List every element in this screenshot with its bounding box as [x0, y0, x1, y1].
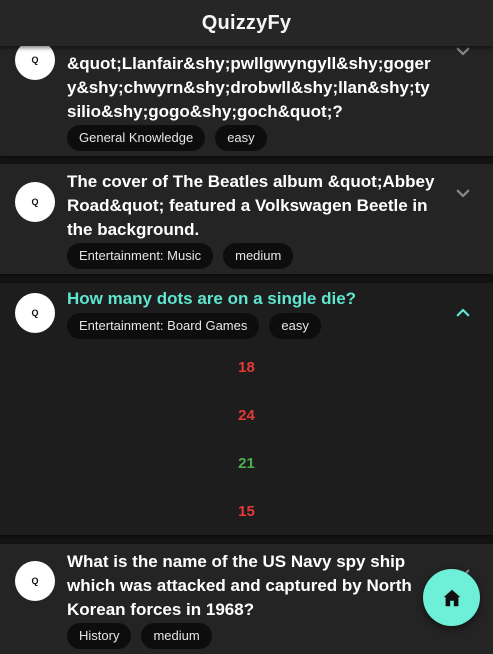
app-title: QuizzyFy	[201, 11, 292, 34]
tag-list: Entertainment: Board Games easy	[67, 313, 321, 339]
tag-list: Entertainment: Music medium	[67, 243, 294, 269]
difficulty-chip: medium	[223, 243, 294, 269]
difficulty-chip: medium	[141, 623, 212, 649]
chevron-up-icon[interactable]	[454, 304, 472, 322]
chevron-down-icon[interactable]	[454, 184, 472, 202]
avatar: Q	[15, 561, 55, 601]
question-text: &quot;Llanfair&shy;pwllgwyngyll&shy;goge…	[67, 54, 431, 121]
category-chip: Entertainment: Music	[67, 243, 214, 269]
category-chip: Entertainment: Board Games	[67, 313, 260, 339]
question-text: The cover of The Beatles album &quot;Abb…	[67, 172, 435, 239]
tag-list: General Knowledge easy	[67, 125, 267, 151]
difficulty-chip: easy	[269, 313, 321, 339]
avatar: Q	[15, 293, 55, 333]
answer-option[interactable]: 15	[0, 503, 493, 520]
question-card[interactable]: Q The cover of The Beatles album &quot;A…	[0, 164, 493, 274]
question-card-expanded[interactable]: Q How many dots are on a single die? Ent…	[0, 283, 493, 535]
answer-option[interactable]: 18	[0, 359, 493, 376]
avatar: Q	[15, 182, 55, 222]
tag-list: History medium	[67, 623, 212, 649]
app-header: QuizzyFy	[0, 0, 493, 46]
avatar: Q	[15, 40, 55, 80]
answer-option[interactable]: 21	[0, 455, 493, 472]
question-text: How many dots are on a single die?	[67, 289, 357, 308]
difficulty-chip: easy	[215, 125, 267, 151]
question-card[interactable]: Q What is the name of the US Navy spy sh…	[0, 544, 493, 654]
question-text: What is the name of the US Navy spy ship…	[67, 552, 412, 619]
category-chip: General Knowledge	[67, 125, 206, 151]
home-button[interactable]	[423, 569, 480, 626]
home-icon	[443, 589, 460, 606]
category-chip: History	[67, 623, 132, 649]
answer-option[interactable]: 24	[0, 407, 493, 424]
